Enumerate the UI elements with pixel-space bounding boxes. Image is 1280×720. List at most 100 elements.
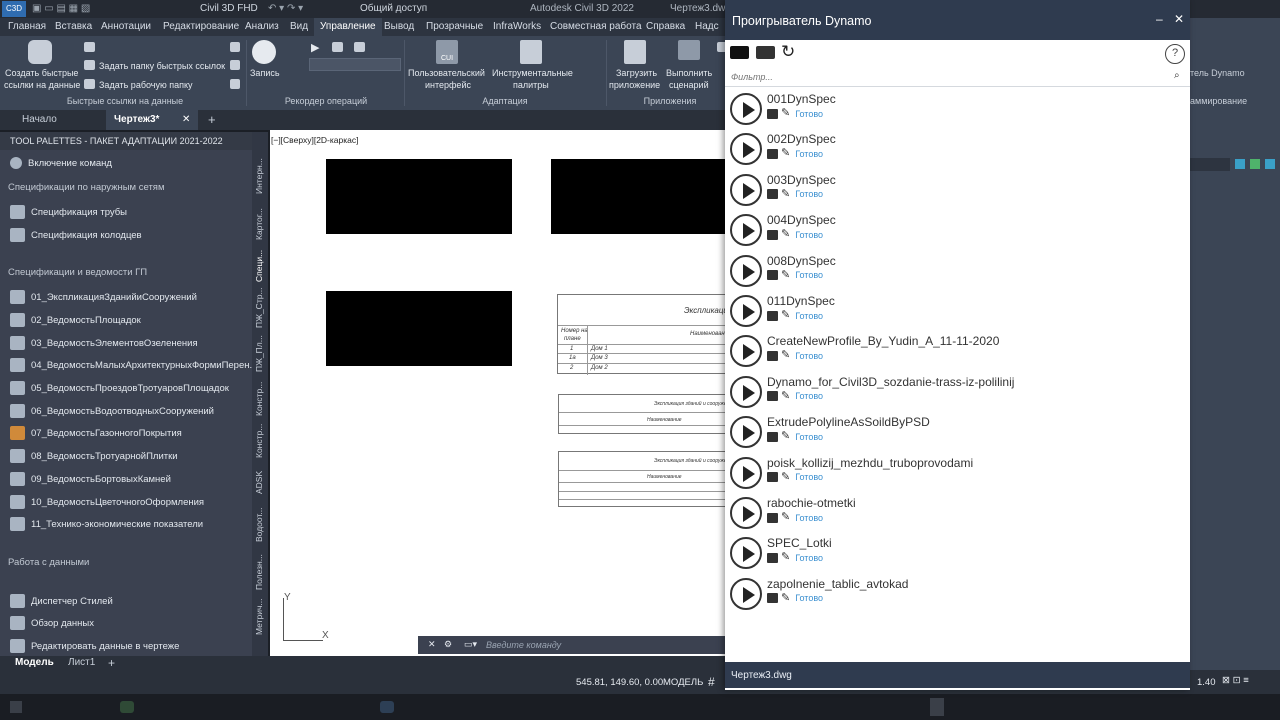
undo-redo-icons[interactable]: ↶ ▾ ↷ ▾ (268, 3, 303, 14)
inputs-icon[interactable] (767, 310, 778, 321)
group-apps[interactable]: Приложения (630, 96, 710, 109)
palette-tab[interactable]: ADSK (254, 471, 264, 494)
inputs-icon[interactable] (767, 593, 778, 604)
close-icon[interactable]: ✕ (1174, 12, 1184, 26)
play-icon[interactable] (730, 497, 762, 529)
inputs-icon[interactable] (767, 108, 778, 119)
palette-tab[interactable]: Констр... (254, 382, 264, 416)
graph-name[interactable]: ExtrudePolylineAsSoildByPSD (767, 415, 930, 429)
tool-palettes-label-2[interactable]: палитры (513, 79, 549, 91)
graph-row[interactable]: zapolnenie_tablic_avtokad ✎ Готово (725, 573, 1190, 613)
play-icon[interactable] (730, 254, 762, 287)
dynamo-ribbon-label[interactable]: тель Dynamo (1190, 68, 1245, 78)
play-icon[interactable] (730, 577, 762, 610)
tab-view[interactable]: Вид (290, 21, 308, 32)
graph-name[interactable]: rabochie-otmetki (767, 496, 856, 510)
play-icon[interactable] (730, 416, 762, 449)
play-icon[interactable] (730, 93, 762, 125)
palette-item[interactable]: Диспетчер Стилей (10, 592, 113, 610)
tool-palettes-button[interactable]: Инструментальные (492, 67, 573, 79)
tab-addins[interactable]: Надс (695, 21, 719, 32)
palette-item[interactable]: 07_ВедомостьГазонногоПокрытия (10, 424, 182, 442)
inputs-icon[interactable] (767, 350, 778, 361)
macro-icon[interactable] (332, 42, 343, 52)
tab-start[interactable]: Начало (22, 110, 57, 130)
set-work-folder-button[interactable]: Задать рабочую папку (99, 79, 193, 91)
palette-item[interactable]: Обзор данных (10, 614, 94, 632)
graph-name[interactable]: SPEC_Lotki (767, 536, 832, 550)
tab-output[interactable]: Вывод (384, 21, 414, 32)
inputs-icon[interactable] (767, 512, 778, 523)
palette-item[interactable]: 05_ВедомостьПроездовТротуаровПлощадок (10, 379, 229, 397)
graph-name[interactable]: zapolnenie_tablic_avtokad (767, 577, 908, 591)
graph-row[interactable]: 003DynSpec ✎ Готово (725, 169, 1190, 209)
inputs-icon[interactable] (767, 270, 778, 281)
qat-icons[interactable]: ▣ ▭ ▤ ▦ ▧ (32, 3, 90, 14)
graph-name[interactable]: 004DynSpec (767, 213, 836, 227)
small-tool-icon[interactable] (84, 42, 95, 52)
taskbar-app-icon[interactable] (120, 701, 134, 713)
palette-tab[interactable]: ПЖ_Пл... (254, 335, 264, 372)
grid-icon[interactable]: # (708, 675, 715, 689)
annotation-scale[interactable]: 1.40 (1197, 677, 1216, 688)
play-icon[interactable] (730, 173, 762, 206)
view-icon-3[interactable] (1265, 159, 1275, 169)
graph-row[interactable]: 004DynSpec ✎ Готово (725, 209, 1190, 249)
create-links-button[interactable]: Создать быстрые (5, 67, 78, 79)
graph-row[interactable]: 001DynSpec ✎ Готово (725, 88, 1190, 128)
graph-row[interactable]: 002DynSpec ✎ Готово (725, 128, 1190, 168)
minimize-icon[interactable]: – (1156, 12, 1163, 26)
layer-dropdown[interactable] (1190, 158, 1230, 171)
cui-button[interactable]: Пользовательский (408, 67, 485, 79)
edit-icon[interactable]: ✎ (781, 188, 790, 200)
palette-tab[interactable]: Водоот... (254, 508, 264, 542)
macro-select[interactable] (309, 58, 401, 71)
play-icon[interactable] (730, 133, 762, 166)
graph-name[interactable]: CreateNewProfile_By_Yudin_A_11-11-2020 (767, 334, 999, 348)
tab-help[interactable]: Справка (646, 21, 685, 32)
inputs-icon[interactable] (767, 229, 778, 240)
create-links-label-2[interactable]: ссылки на данные (4, 79, 80, 91)
new-tab-icon[interactable]: + (208, 110, 216, 130)
inputs-icon[interactable] (767, 431, 778, 442)
graph-row[interactable]: Dynamo_for_Civil3D_sozdanie-trass-iz-pol… (725, 371, 1190, 411)
link-icon[interactable] (230, 60, 240, 70)
tab-transparent[interactable]: Прозрачные (426, 21, 483, 32)
filter-input[interactable] (731, 69, 1161, 85)
palette-item[interactable]: 11_Технико-экономические показатели (10, 515, 203, 533)
play-icon[interactable] (730, 335, 762, 368)
palette-tab[interactable]: ПЖ_Стр... (254, 287, 264, 328)
tab-sheet1[interactable]: Лист1 (68, 657, 95, 668)
palette-item[interactable]: 10_ВедомостьЦветочногоОформления (10, 493, 204, 511)
set-links-folder-button[interactable]: Задать папку быстрых ссылок (99, 60, 225, 72)
edit-icon[interactable]: ✎ (781, 269, 790, 281)
palette-tab[interactable]: Констр... (254, 424, 264, 458)
palette-item[interactable]: 03_ВедомостьЭлементовОзеленения (10, 334, 198, 352)
edit-icon[interactable]: ✎ (781, 229, 790, 240)
drawing-canvas[interactable]: [−][Сверху][2D-каркас] Экспликаци Номер … (270, 130, 735, 656)
palette-item[interactable]: Редактировать данные в чертеже (10, 637, 179, 655)
tab-manage[interactable]: Управление (314, 18, 382, 36)
play-icon[interactable]: ▶ (311, 41, 319, 54)
play-icon[interactable] (730, 214, 762, 247)
play-icon[interactable] (730, 456, 762, 489)
graph-row[interactable]: SPEC_Lotki ✎ Готово (725, 532, 1190, 572)
graph-row[interactable]: poisk_kollizij_mezhdu_truboprovodami ✎ Гот… (725, 452, 1190, 492)
tab-insert[interactable]: Вставка (55, 21, 92, 32)
graph-row[interactable]: 008DynSpec ✎ Готово (725, 250, 1190, 290)
view-icon-2[interactable] (1250, 159, 1260, 169)
inputs-icon[interactable] (767, 472, 778, 483)
edit-icon[interactable]: ✎ (781, 390, 790, 402)
macro-list-icon[interactable] (354, 42, 365, 52)
load-app-button[interactable]: Загрузить (616, 67, 657, 79)
palette-item[interactable]: 01_ЭкспликацияЗданийиСооружений (10, 288, 197, 306)
coordinates[interactable]: 545.81, 149.60, 0.00 (576, 677, 663, 688)
load-app-label-2[interactable]: приложение (609, 79, 660, 91)
group-adaptation[interactable]: Адаптация (470, 96, 540, 109)
view-icon[interactable] (1235, 159, 1245, 169)
palette-item[interactable]: Спецификация трубы (10, 203, 127, 221)
close-cmd-icon[interactable]: ✕ (428, 639, 436, 650)
graph-name[interactable]: 003DynSpec (767, 173, 836, 187)
record-button[interactable]: Запись (250, 67, 280, 79)
group-data-links[interactable]: Быстрые ссылки на данные (60, 96, 190, 109)
